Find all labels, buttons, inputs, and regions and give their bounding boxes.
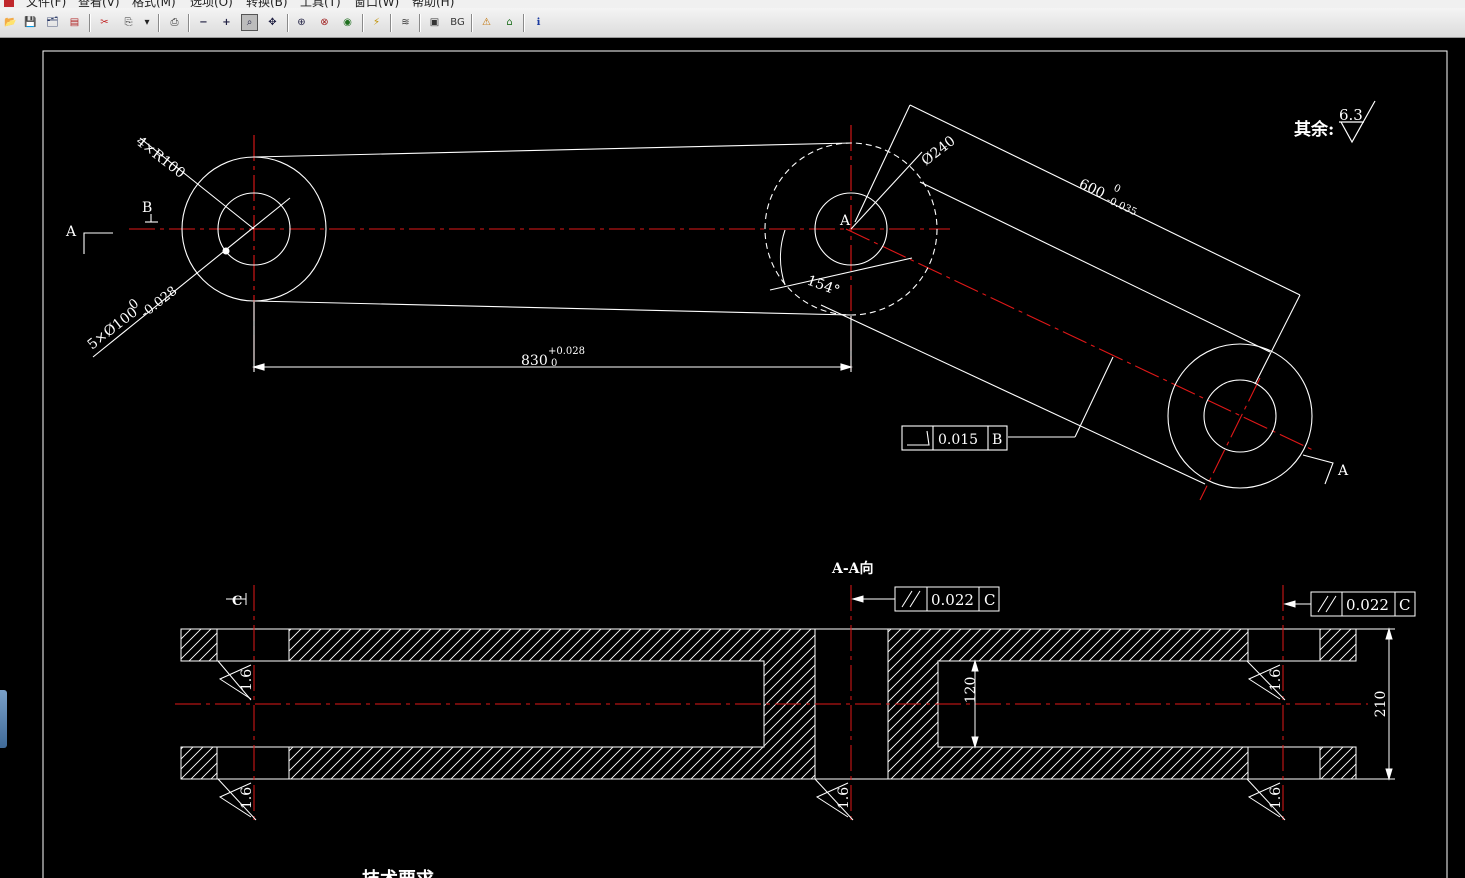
fcf-parallel-1-value: 0.022 bbox=[931, 591, 974, 609]
other-surface-value: 6.3 bbox=[1339, 106, 1363, 124]
zoom-out-icon[interactable]: − bbox=[195, 14, 212, 31]
roughness-value-2: 1.6 bbox=[239, 787, 255, 809]
menu-file[interactable]: 文件(F) bbox=[26, 0, 66, 8]
fcf-parallel-2-value: 0.022 bbox=[1346, 596, 1389, 614]
menu-help[interactable]: 帮助(H) bbox=[412, 0, 454, 8]
center-a-label: A bbox=[839, 213, 851, 229]
lightning-icon[interactable]: ⚡ bbox=[368, 14, 385, 31]
fcf-parallel-1-datum: C bbox=[984, 591, 995, 609]
frame-icon[interactable]: ▣ bbox=[426, 14, 443, 31]
toolbar-separator bbox=[89, 14, 91, 32]
hole-dia-label: 5×Ø100 bbox=[85, 304, 141, 353]
open-icon[interactable]: 📂 bbox=[2, 14, 19, 31]
section-view: A-A向 C 0.022 C 0.022 C 120 210 1.6 1.6 1… bbox=[175, 560, 1416, 821]
dim-600-lower: -0.035 bbox=[1105, 195, 1139, 218]
menu-bar: 文件(F) 查看(V) 格式(M) 选项(O) 转换(B) 工具(T) 窗口(W… bbox=[0, 0, 1465, 8]
menu-options[interactable]: 选项(O) bbox=[190, 0, 233, 8]
warning-icon[interactable]: ⚠ bbox=[478, 14, 495, 31]
toolbar-separator bbox=[471, 14, 473, 32]
cad-drawing: 其余: 6.3 4×R100 B A 5×Ø100 0 -0.028 830 +… bbox=[42, 50, 1448, 878]
save-icon[interactable]: 💾 bbox=[22, 14, 39, 31]
menu-format[interactable]: 格式(M) bbox=[132, 0, 176, 8]
fcf-angularity-value: 0.015 bbox=[938, 432, 978, 448]
dim-830-label: 830 bbox=[521, 353, 548, 369]
hole-dia-tol-lower: -0.028 bbox=[138, 284, 180, 321]
dim-120-label: 120 bbox=[963, 677, 979, 704]
section-a-right-label: A bbox=[1337, 463, 1349, 479]
zoom-extents-icon[interactable]: ⊕ bbox=[293, 14, 310, 31]
copy-icon[interactable]: ⎘ bbox=[120, 14, 137, 31]
toolbar-separator bbox=[523, 14, 525, 32]
print-icon[interactable]: ⎙ bbox=[166, 14, 183, 31]
fcf-parallel-2-datum: C bbox=[1399, 596, 1410, 614]
menu-window[interactable]: 窗口(W) bbox=[354, 0, 399, 8]
dia-240-label: Ø240 bbox=[919, 133, 959, 169]
section-a-left-label: A bbox=[65, 224, 77, 240]
dropdown-arrow-icon[interactable]: ▾ bbox=[141, 14, 153, 31]
section-title: A-A向 bbox=[831, 560, 874, 577]
top-view bbox=[83, 104, 1334, 501]
dim-600-upper: 0 bbox=[1112, 183, 1122, 196]
radius-label: 4×R100 bbox=[133, 134, 188, 182]
toolbar: 📂 💾 🗂 ▤ ✂ ⎘ ▾ ⎙ − + ⌕ ✥ ⊕ ⊗ ◉ ⚡ ≋ ▣ BG ⚠… bbox=[0, 8, 1465, 38]
tech-requirements-title: 技术要求 bbox=[362, 868, 435, 878]
toolbar-separator bbox=[390, 14, 392, 32]
zoom-in-icon[interactable]: + bbox=[218, 14, 235, 31]
toolbar-separator bbox=[362, 14, 364, 32]
dim-600-label: 600 bbox=[1076, 176, 1107, 202]
bg-icon[interactable]: BG bbox=[449, 14, 466, 31]
toolbar-separator bbox=[287, 14, 289, 32]
side-panel-tab[interactable] bbox=[0, 690, 7, 748]
dim-830-upper: +0.028 bbox=[548, 346, 585, 357]
fcf-angularity-datum: B bbox=[992, 432, 1002, 448]
datum-c-label: C bbox=[232, 594, 242, 609]
toolbar-separator bbox=[419, 14, 421, 32]
menu-tools[interactable]: 工具(T) bbox=[300, 0, 341, 8]
roughness-value-4: 1.6 bbox=[1268, 669, 1284, 691]
app-icon bbox=[4, 0, 14, 7]
zoom-window-icon[interactable]: ⌕ bbox=[241, 14, 258, 31]
info-icon[interactable]: ℹ bbox=[530, 14, 547, 31]
roughness-value-5: 1.6 bbox=[1268, 787, 1284, 809]
zoom-realtime-icon[interactable]: ⊗ bbox=[316, 14, 333, 31]
export-icon[interactable]: ▤ bbox=[66, 14, 83, 31]
save-all-icon[interactable]: 🗂 bbox=[44, 14, 61, 31]
datum-b-label: B bbox=[142, 200, 152, 216]
eye-icon[interactable]: ◉ bbox=[339, 14, 356, 31]
pan-icon[interactable]: ✥ bbox=[264, 14, 281, 31]
layers-icon[interactable]: ≋ bbox=[397, 14, 414, 31]
dim-830-lower: 0 bbox=[551, 358, 557, 369]
pdf-icon[interactable]: ✂ bbox=[96, 14, 113, 31]
other-surface-roughness: 其余: 6.3 bbox=[1294, 100, 1376, 144]
roughness-value-1: 1.6 bbox=[239, 669, 255, 691]
drawing-canvas[interactable]: 其余: 6.3 4×R100 B A 5×Ø100 0 -0.028 830 +… bbox=[0, 38, 1465, 878]
toolbar-separator bbox=[188, 14, 190, 32]
menu-view[interactable]: 查看(V) bbox=[78, 0, 120, 8]
angle-154-label: 154° bbox=[805, 273, 842, 300]
dim-210-label: 210 bbox=[1373, 691, 1389, 718]
top-view-labels: 4×R100 B A 5×Ø100 0 -0.028 830 +0.028 0 … bbox=[65, 133, 1349, 479]
home-icon[interactable]: ⌂ bbox=[501, 14, 518, 31]
toolbar-separator bbox=[158, 14, 160, 32]
menu-convert[interactable]: 转换(B) bbox=[246, 0, 288, 8]
roughness-value-3: 1.6 bbox=[836, 787, 852, 809]
other-surface-label: 其余: bbox=[1294, 119, 1334, 140]
